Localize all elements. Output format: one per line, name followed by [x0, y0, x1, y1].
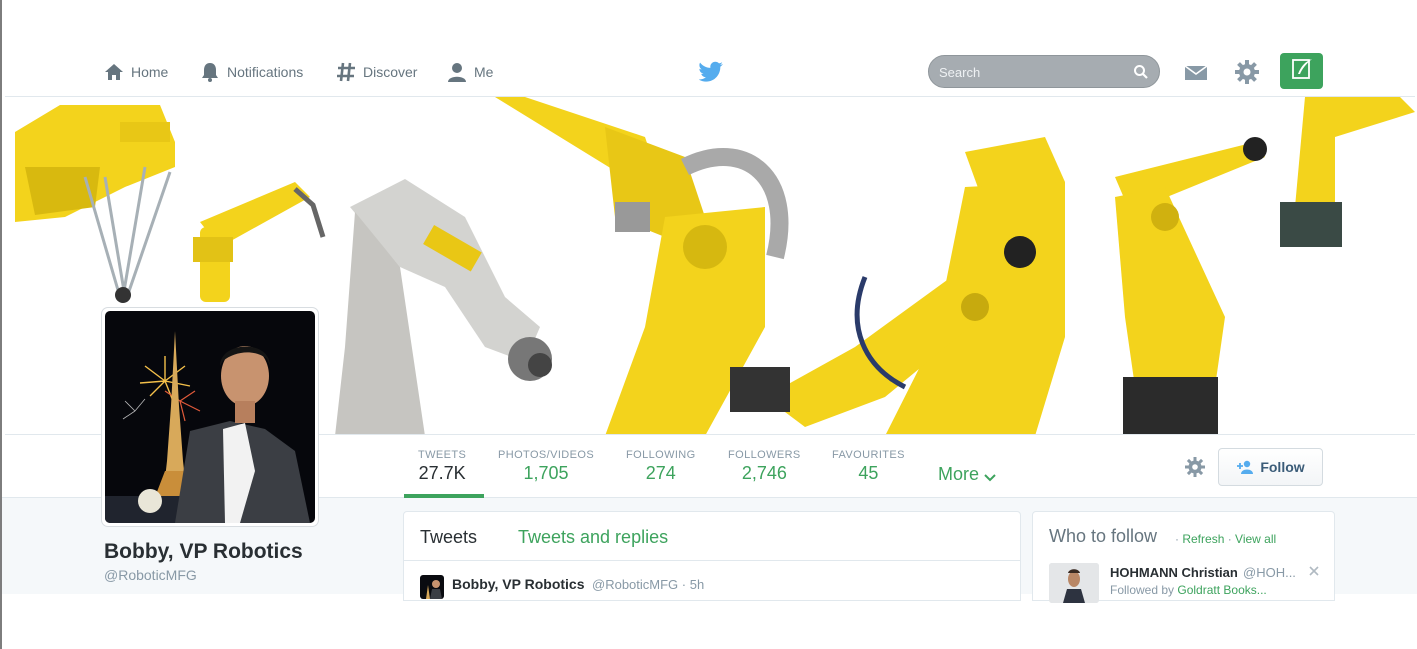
- profile-name[interactable]: Bobby, VP Robotics: [104, 540, 303, 564]
- stat-followers-label: FOLLOWERS: [728, 449, 801, 461]
- nav-me-label: Me: [474, 64, 494, 80]
- more-dropdown[interactable]: More: [938, 464, 997, 485]
- tweet-author-avatar[interactable]: [420, 575, 444, 599]
- add-user-icon: [1236, 460, 1254, 474]
- stat-following[interactable]: FOLLOWING 274: [626, 449, 696, 484]
- page-bottom-blank: [2, 594, 1417, 649]
- dismiss-suggestion-close-icon[interactable]: [1307, 564, 1321, 578]
- search-box[interactable]: [928, 55, 1160, 88]
- stat-followers[interactable]: FOLLOWERS 2,746: [728, 449, 801, 484]
- nav-notifications-label: Notifications: [227, 64, 304, 80]
- compose-button[interactable]: [1280, 53, 1323, 89]
- stat-favourites[interactable]: FAVOURITES 45: [832, 449, 905, 484]
- follow-label: Follow: [1260, 459, 1305, 475]
- bell-icon: [199, 61, 221, 83]
- follow-button[interactable]: Follow: [1218, 448, 1323, 486]
- top-navigation: Home Notifications Discover Me: [2, 0, 1417, 96]
- stat-tweets[interactable]: TWEETS 27.7K: [418, 449, 466, 484]
- compose-quill-icon: [1290, 57, 1314, 86]
- who-to-follow-links: · Refresh · View all: [1175, 532, 1276, 546]
- envelope-icon[interactable]: [1183, 60, 1209, 84]
- view-all-link[interactable]: View all: [1235, 532, 1276, 546]
- stat-photos-videos[interactable]: PHOTOS/VIDEOS 1,705: [498, 449, 594, 484]
- home-icon: [103, 61, 125, 83]
- who-to-follow-title: Who to follow: [1049, 526, 1158, 546]
- tab-tweets[interactable]: Tweets: [420, 527, 477, 548]
- separator: ·: [1224, 532, 1236, 546]
- profile-avatar[interactable]: [102, 308, 318, 526]
- refresh-link[interactable]: Refresh: [1182, 532, 1224, 546]
- hashtag-icon: [335, 61, 357, 83]
- suggestion-avatar[interactable]: [1049, 563, 1099, 603]
- stat-following-label: FOLLOWING: [626, 449, 696, 461]
- followed-by-prefix: Followed by: [1110, 583, 1178, 597]
- who-to-follow-card: Who to follow · Refresh · View all HOHMA…: [1032, 511, 1335, 603]
- nav-notifications[interactable]: Notifications: [199, 60, 303, 84]
- tab-tweets-and-replies[interactable]: Tweets and replies: [518, 527, 668, 548]
- stat-followers-value: 2,746: [741, 463, 787, 483]
- tab-divider: [404, 560, 1020, 561]
- person-icon: [446, 61, 468, 83]
- stat-favourites-value: 45: [858, 463, 879, 483]
- search-icon[interactable]: [1133, 64, 1149, 80]
- nav-me[interactable]: Me: [446, 60, 493, 84]
- stat-tweets-value: 27.7K: [418, 463, 466, 483]
- stat-favourites-label: FAVOURITES: [832, 449, 905, 461]
- nav-home[interactable]: Home: [103, 60, 168, 84]
- twitter-bird-icon[interactable]: [698, 61, 723, 83]
- suggestion-name[interactable]: HOHMANN Christian: [1110, 565, 1238, 580]
- timeline-card: Tweets Tweets and replies Bobby, VP Robo…: [403, 511, 1021, 601]
- profile-settings-gear-icon[interactable]: [1184, 456, 1206, 478]
- nav-discover[interactable]: Discover: [335, 60, 417, 84]
- nav-home-label: Home: [131, 64, 169, 80]
- stat-photos-value: 1,705: [523, 463, 569, 483]
- stat-tweets-label: TWEETS: [418, 449, 467, 461]
- tweet-author-meta[interactable]: @RoboticMFG · 5h: [592, 577, 704, 592]
- profile-handle[interactable]: @RoboticMFG: [104, 567, 197, 583]
- stat-photos-label: PHOTOS/VIDEOS: [498, 449, 595, 461]
- gear-icon[interactable]: [1234, 59, 1260, 85]
- nav-discover-label: Discover: [363, 64, 418, 80]
- tweet-author-name[interactable]: Bobby, VP Robotics: [452, 576, 585, 592]
- search-input[interactable]: [939, 62, 1119, 82]
- chevron-down-icon: [983, 468, 997, 482]
- more-label: More: [938, 464, 980, 484]
- suggestion-followed-by: Followed by Goldratt Books...: [1110, 583, 1267, 597]
- stat-following-value: 274: [645, 463, 676, 483]
- suggestion-handle[interactable]: @HOH...: [1243, 565, 1296, 580]
- followed-by-link[interactable]: Goldratt Books...: [1177, 583, 1266, 597]
